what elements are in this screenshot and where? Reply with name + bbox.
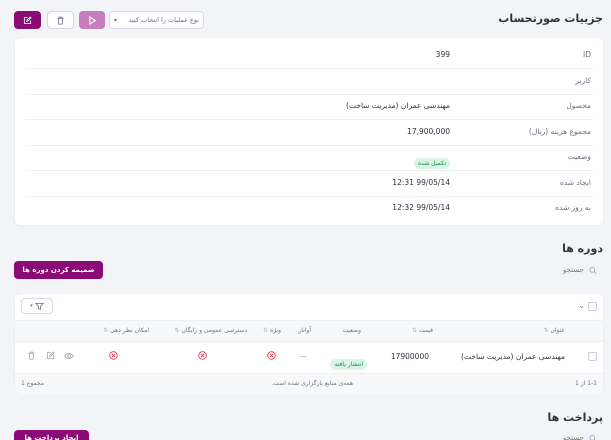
page-title: جزییات صورتحساب xyxy=(498,12,603,25)
delete-button[interactable] xyxy=(47,11,74,29)
trash-icon[interactable] xyxy=(27,351,36,360)
field-value-product[interactable]: مهندسی عمران (مدیریت ساخت) xyxy=(346,101,450,110)
edit-icon xyxy=(23,15,32,24)
select-all-checkbox[interactable] xyxy=(588,302,597,311)
payments-search-input[interactable] xyxy=(459,434,584,440)
field-label-product: محصول xyxy=(566,101,591,110)
pagination-range: 1-1 از 1 xyxy=(574,380,597,387)
payments-title: پرداخت ها xyxy=(547,411,603,424)
chevron-down-icon: ▾ xyxy=(114,16,118,24)
courses-table-card: ⌄ ▾ عنوان ⇅ قیمت ⇅ وضعیت آواتار ویژه ⇅ د… xyxy=(14,293,604,394)
run-action-button[interactable] xyxy=(79,11,105,29)
column-price[interactable]: قیمت ⇅ xyxy=(412,327,433,334)
attach-courses-button[interactable]: ضمیمه کردن دوره ها xyxy=(14,261,103,279)
field-label-total: مجموع هزینه (ریال) xyxy=(528,127,591,136)
search-icon xyxy=(589,266,597,274)
play-icon xyxy=(88,15,96,25)
field-value-total: 17,900,000 xyxy=(407,127,450,136)
payments-search[interactable] xyxy=(453,430,603,440)
x-circle-icon xyxy=(109,351,118,360)
filter-button[interactable]: ▾ xyxy=(21,298,53,314)
row-avatar: — xyxy=(299,352,308,361)
edit-button[interactable] xyxy=(14,11,41,29)
row-title[interactable]: مهندسی عمران (مدیریت ساخت) xyxy=(461,352,565,361)
field-label-created: ایجاد شده xyxy=(559,178,591,187)
edit-icon[interactable] xyxy=(46,351,55,360)
search-icon xyxy=(589,434,596,440)
courses-search[interactable] xyxy=(453,262,603,278)
column-status: وضعیت xyxy=(342,327,361,334)
field-value-updated: 99/05/14 12:32 xyxy=(392,203,450,212)
x-circle-icon xyxy=(198,351,207,360)
column-title[interactable]: عنوان ⇅ xyxy=(543,327,565,334)
field-label-updated: به روز شده xyxy=(555,203,591,212)
field-label-status: وضعیت xyxy=(567,152,591,161)
column-avatar: آواتار xyxy=(298,327,311,334)
x-circle-icon xyxy=(267,351,276,360)
courses-title: دوره ها xyxy=(562,242,603,255)
column-special[interactable]: ویژه ⇅ xyxy=(263,327,281,334)
chevron-down-icon: ▾ xyxy=(30,303,33,309)
create-payment-button[interactable]: ایجاد پرداخت ها xyxy=(14,430,89,440)
chevron-down-icon[interactable]: ⌄ xyxy=(578,301,585,310)
trash-icon xyxy=(57,16,64,25)
column-public-access[interactable]: دسترسی عمومی و رایگان ⇅ xyxy=(174,327,247,334)
operations-placeholder: نوع عملیات را انتخاب کنید xyxy=(128,16,199,24)
field-label-id: ID xyxy=(583,50,591,59)
filter-icon xyxy=(34,302,44,310)
row-status-badge: انتشار یافته xyxy=(330,359,367,370)
field-value-id: 399 xyxy=(435,50,450,59)
operations-select[interactable]: نوع عملیات را انتخاب کنید ▾ xyxy=(109,11,204,29)
view-icon[interactable] xyxy=(64,352,74,360)
loaded-message: همه‌ی منابع بارگزاری شده است. xyxy=(271,380,353,387)
row-price: 17900000 xyxy=(390,352,429,361)
field-value-created: 99/05/14 12:31 xyxy=(392,178,450,187)
total-count: مجموع 1 xyxy=(21,380,44,387)
status-badge: تکمیل شده xyxy=(413,158,450,169)
column-rating[interactable]: امکان نظر دهی ⇅ xyxy=(103,327,149,334)
courses-search-input[interactable] xyxy=(459,266,584,274)
row-checkbox[interactable] xyxy=(588,352,597,361)
invoice-details-card: ID 399 کاربر محصول مهندسی عمران (مدیریت … xyxy=(14,37,604,226)
field-label-user: کاربر xyxy=(575,76,591,85)
